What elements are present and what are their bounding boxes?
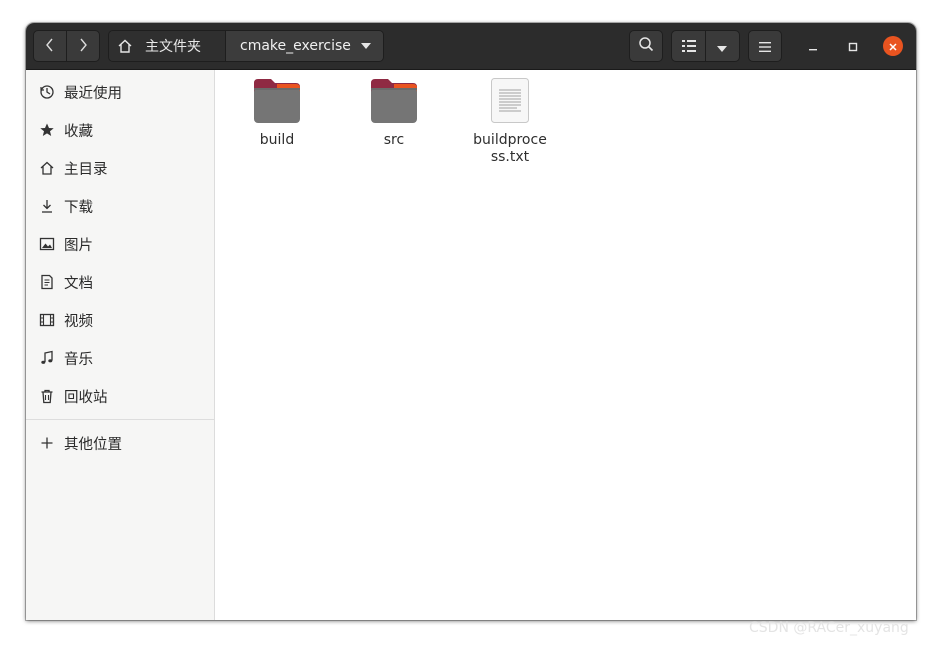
sidebar-item-label: 视频 (64, 313, 93, 330)
file-view: build src buildproce ss.txt (215, 70, 916, 620)
folder-icon (253, 78, 301, 128)
minimize-icon (808, 37, 818, 56)
maximize-button[interactable] (843, 36, 863, 56)
music-icon (39, 350, 55, 366)
caret-down-icon (717, 37, 728, 56)
sidebar-item-music[interactable]: 音乐 (26, 341, 214, 375)
chevron-right-icon (78, 37, 88, 56)
file-name: buildproce ss.txt (473, 132, 547, 165)
header-bar: 主文件夹 cmake_exercise (26, 23, 916, 70)
main-menu-button[interactable] (748, 30, 782, 62)
search-button[interactable] (629, 30, 663, 62)
text-file-icon (490, 77, 530, 128)
sidebar-item-other-locations[interactable]: 其他位置 (26, 426, 214, 460)
minimize-button[interactable] (803, 36, 823, 56)
folder-icon (370, 78, 418, 128)
star-icon (39, 122, 55, 138)
breadcrumb-home[interactable]: 主文件夹 (109, 31, 226, 61)
sidebar-item-label: 收藏 (64, 123, 93, 140)
file-item-buildprocess-txt[interactable]: buildproce ss.txt (455, 77, 565, 166)
maximize-icon (848, 37, 858, 56)
breadcrumb-current[interactable]: cmake_exercise (226, 31, 383, 61)
sidebar-item-label: 回收站 (64, 389, 108, 406)
navigation-buttons (33, 30, 100, 62)
pictures-icon (39, 236, 55, 252)
sidebar-item-label: 最近使用 (64, 85, 122, 102)
close-button[interactable] (883, 36, 903, 56)
list-view-icon (681, 37, 696, 56)
file-name: src (383, 132, 405, 148)
back-button[interactable] (34, 31, 66, 61)
recent-clock-icon (39, 84, 55, 100)
file-item-build[interactable]: build (222, 78, 332, 149)
watermark: CSDN @RACer_xuyang (749, 620, 909, 636)
breadcrumb-current-label: cmake_exercise (240, 38, 351, 54)
sidebar-item-downloads[interactable]: 下载 (26, 189, 214, 223)
search-icon (638, 36, 654, 56)
documents-icon (39, 274, 55, 290)
view-options-group (671, 30, 740, 62)
file-manager-window: 主文件夹 cmake_exercise 最近使用 收藏 主目录 下载 图片 文档… (26, 23, 916, 620)
sidebar-item-label: 下载 (64, 199, 93, 216)
breadcrumb-home-label: 主文件夹 (145, 39, 201, 55)
sidebar-item-label: 音乐 (64, 351, 93, 368)
plus-icon (39, 435, 55, 451)
sidebar-item-trash[interactable]: 回收站 (26, 379, 214, 413)
sidebar-item-home[interactable]: 主目录 (26, 151, 214, 185)
file-name: build (259, 132, 295, 148)
sidebar-divider (26, 419, 214, 420)
home-icon (39, 160, 55, 176)
list-view-button[interactable] (672, 31, 705, 61)
forward-button[interactable] (67, 31, 99, 61)
sidebar-item-videos[interactable]: 视频 (26, 303, 214, 337)
sidebar-item-label: 图片 (64, 237, 93, 254)
home-icon (117, 38, 133, 54)
chevron-left-icon (45, 37, 55, 56)
hamburger-menu-icon (759, 37, 771, 56)
sidebar: 最近使用 收藏 主目录 下载 图片 文档 视频 音乐 回收站 其他位置 (26, 70, 215, 620)
download-icon (39, 198, 55, 214)
sidebar-item-pictures[interactable]: 图片 (26, 227, 214, 261)
sidebar-item-label: 文档 (64, 275, 93, 292)
sidebar-item-label: 主目录 (64, 161, 108, 178)
file-item-src[interactable]: src (339, 78, 449, 149)
sidebar-item-label: 其他位置 (64, 436, 122, 453)
trash-icon (39, 388, 55, 404)
videos-icon (39, 312, 55, 328)
breadcrumb: 主文件夹 cmake_exercise (108, 30, 384, 62)
close-icon (888, 37, 898, 56)
sidebar-item-recent[interactable]: 最近使用 (26, 75, 214, 109)
caret-down-icon (361, 43, 371, 49)
sidebar-item-starred[interactable]: 收藏 (26, 113, 214, 147)
view-dropdown-button[interactable] (706, 31, 739, 61)
sidebar-item-documents[interactable]: 文档 (26, 265, 214, 299)
